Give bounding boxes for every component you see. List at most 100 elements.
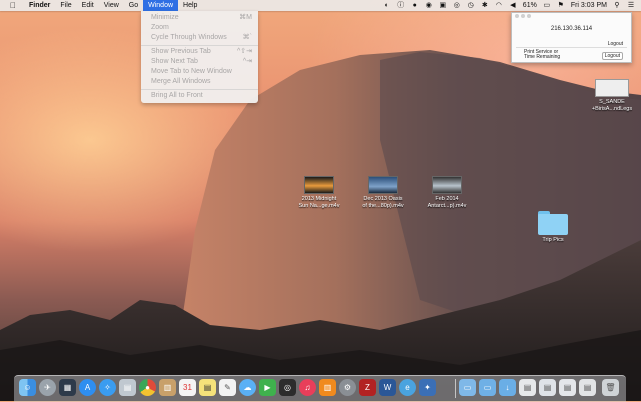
desktop-folder-trip-pics[interactable]: Trip Pics: [528, 211, 578, 244]
time-machine-icon[interactable]: ◷: [467, 2, 475, 10]
folder-icon: [538, 211, 568, 235]
launchpad-icon[interactable]: ✈: [39, 379, 56, 396]
close-button[interactable]: [515, 14, 519, 18]
wifi-icon[interactable]: ◠: [495, 2, 503, 10]
file-name-line1: Dec 2013 Oasis: [363, 196, 403, 202]
screenshot-stack-3[interactable]: ▤: [559, 379, 576, 396]
status-icon-2[interactable]: ⓘ: [397, 2, 405, 10]
menu-item-bring-all-to-front[interactable]: Bring All to Front: [151, 91, 252, 101]
applications-stack-icon[interactable]: ▭: [459, 379, 476, 396]
screenshot-stack-4[interactable]: ▤: [579, 379, 596, 396]
flag-icon[interactable]: ⚑: [557, 2, 565, 10]
notification-center-icon[interactable]: ☰: [627, 2, 635, 10]
menu-separator: [141, 45, 258, 46]
zoom-button[interactable]: [527, 14, 531, 18]
logout-button[interactable]: Logout: [601, 52, 623, 60]
file-name-line2: +BirisA...ndLegs: [591, 106, 633, 112]
menu-go[interactable]: Go: [124, 0, 143, 11]
window-titlebar: [512, 13, 631, 21]
menu-item-shortcut: ⌘`: [242, 34, 252, 41]
menu-finder[interactable]: Finder: [24, 0, 55, 11]
menu-item-zoom[interactable]: Zoom: [151, 23, 252, 33]
menu-item-cycle-windows[interactable]: Cycle Through Windows ⌘`: [151, 33, 252, 43]
ibooks-icon[interactable]: ▥: [319, 379, 336, 396]
battery-icon[interactable]: ▭: [543, 2, 551, 10]
dock-separator: [455, 379, 456, 398]
filezilla-icon[interactable]: Z: [359, 379, 376, 396]
desktop-file-midnight-sun[interactable]: 2013 Midnight Sun Na...ge.m4v: [288, 176, 350, 210]
menu-bar:  Finder File Edit View Go Window Help ◐…: [0, 0, 641, 11]
volume-icon[interactable]: ◀: [509, 2, 517, 10]
menu-item-shortcut: ⌘M: [239, 14, 252, 21]
menu-item-move-tab[interactable]: Move Tab to New Window: [151, 67, 252, 77]
video-thumbnail: [368, 176, 398, 194]
menu-item-label: Show Next Tab: [151, 58, 198, 65]
vpn-icon[interactable]: ✦: [419, 379, 436, 396]
status-icon-1[interactable]: ◐: [383, 2, 391, 10]
file-name-line2: Sun Na...ge.m4v: [298, 203, 340, 209]
messages-icon[interactable]: ☁: [239, 379, 256, 396]
notes-icon[interactable]: ▥: [159, 379, 176, 396]
system-preferences-icon[interactable]: ⚙: [339, 379, 356, 396]
finder-icon[interactable]: ☺: [19, 379, 36, 396]
menu-item-minimize[interactable]: Minimize ⌘M: [151, 13, 252, 23]
desktop-file-oasis[interactable]: Dec 2013 Oasis of the...80p).m4v: [352, 176, 414, 210]
battery-percent[interactable]: 61%: [523, 2, 537, 9]
mission-control-icon[interactable]: ▦: [59, 379, 76, 396]
calendar-icon[interactable]: 31: [179, 379, 196, 396]
video-thumbnail: [304, 176, 334, 194]
menu-item-label: Bring All to Front: [151, 92, 203, 99]
status-icon-6[interactable]: ◎: [453, 2, 461, 10]
file-name-line1: Feb 2014: [435, 196, 459, 202]
spotlight-icon[interactable]: ⚲: [613, 2, 621, 10]
menu-file[interactable]: File: [55, 0, 76, 11]
menu-item-show-next-tab[interactable]: Show Next Tab ^⇥: [151, 57, 252, 67]
document-thumbnail: [595, 79, 629, 97]
folder-name: Trip Pics: [542, 237, 564, 243]
menu-item-label: Show Previous Tab: [151, 48, 211, 55]
menu-item-label: Zoom: [151, 24, 169, 31]
app-store-icon[interactable]: A: [79, 379, 96, 396]
menu-view[interactable]: View: [99, 0, 124, 11]
status-icon-5[interactable]: ▣: [439, 2, 447, 10]
screenshot-stack-1[interactable]: ▤: [519, 379, 536, 396]
print-service-label: Print Service or Time Remaining: [524, 50, 560, 60]
chrome-icon[interactable]: ●: [139, 379, 156, 396]
stickies-icon[interactable]: ▤: [199, 379, 216, 396]
ip-address: 216.130.36.114: [550, 26, 593, 32]
iexplorer-icon[interactable]: e: [399, 379, 416, 396]
safari-icon[interactable]: ✧: [99, 379, 116, 396]
desktop-file-antarctica[interactable]: Feb 2014 Antarct...p).m4v: [416, 176, 478, 210]
trash-icon[interactable]: 🗑: [602, 379, 619, 396]
file-name-line2: of the...80p).m4v: [362, 203, 404, 209]
menu-item-merge-windows[interactable]: Merge All Windows: [151, 77, 252, 87]
preview-icon[interactable]: ▤: [119, 379, 136, 396]
menu-item-label: Cycle Through Windows: [151, 34, 227, 41]
facetime-icon[interactable]: ▶: [259, 379, 276, 396]
status-icon-3[interactable]: ●: [411, 2, 419, 10]
menu-window[interactable]: Window: [143, 0, 179, 11]
menu-separator: [141, 89, 258, 90]
photo-booth-icon[interactable]: ◎: [279, 379, 296, 396]
login-status-window: 216.130.36.114 Logout Print Service or T…: [511, 12, 632, 63]
downloads-stack-icon[interactable]: ↓: [499, 379, 516, 396]
clock[interactable]: Fri 3:03 PM: [571, 2, 607, 9]
menu-item-show-previous-tab[interactable]: Show Previous Tab ^⇧⇥: [151, 47, 252, 57]
textedit-icon[interactable]: ✎: [219, 379, 236, 396]
menu-item-shortcut: ^⇥: [242, 58, 252, 65]
screenshot-stack-2[interactable]: ▤: [539, 379, 556, 396]
desktop-file-screenshot[interactable]: S_SANDE +BirisA...ndLegs: [585, 79, 639, 113]
apple-menu-icon[interactable]: : [8, 1, 18, 10]
window-menu-dropdown: Minimize ⌘M Zoom Cycle Through Windows ⌘…: [141, 11, 258, 103]
menu-edit[interactable]: Edit: [77, 0, 99, 11]
video-thumbnail: [432, 176, 462, 194]
divider: [516, 47, 627, 48]
word-icon[interactable]: W: [379, 379, 396, 396]
bluetooth-icon[interactable]: ✱: [481, 2, 489, 10]
minimize-button[interactable]: [521, 14, 525, 18]
documents-stack-icon[interactable]: ▭: [479, 379, 496, 396]
dock: ☺ ✈ ▦ A ✧ ▤ ● ▥ 31 ▤ ✎ ☁ ▶ ◎ ♫ ▥ ⚙ Z W e…: [14, 375, 626, 402]
menu-help[interactable]: Help: [178, 0, 202, 11]
itunes-icon[interactable]: ♫: [299, 379, 316, 396]
status-icon-4[interactable]: ◉: [425, 2, 433, 10]
